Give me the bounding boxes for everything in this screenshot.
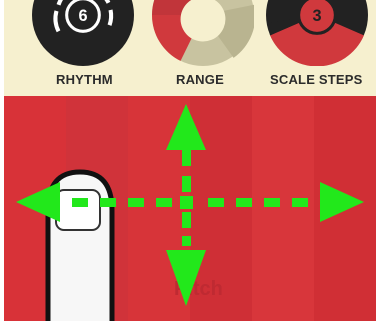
range-label: RANGE [176, 72, 224, 87]
pitch-pad[interactable]: Pitch [4, 96, 376, 321]
pad-column[interactable] [66, 96, 128, 321]
rhythm-value: 6 [78, 7, 87, 25]
pad-column[interactable] [314, 96, 376, 321]
rhythm-label: RHYTHM [56, 72, 113, 87]
app-frame: 6 RHYTHM RANGE 3 SCALE STEPS Pitch [4, 0, 376, 321]
scale-steps-knob[interactable]: 3 [266, 0, 368, 66]
pad-column[interactable] [4, 96, 66, 321]
pad-column[interactable] [252, 96, 314, 321]
scale-steps-label: SCALE STEPS [270, 72, 363, 87]
rhythm-knob[interactable]: 6 [32, 0, 134, 66]
pad-label: Pitch [174, 278, 223, 300]
range-knob[interactable] [152, 0, 254, 66]
scale-steps-value: 3 [312, 7, 321, 25]
